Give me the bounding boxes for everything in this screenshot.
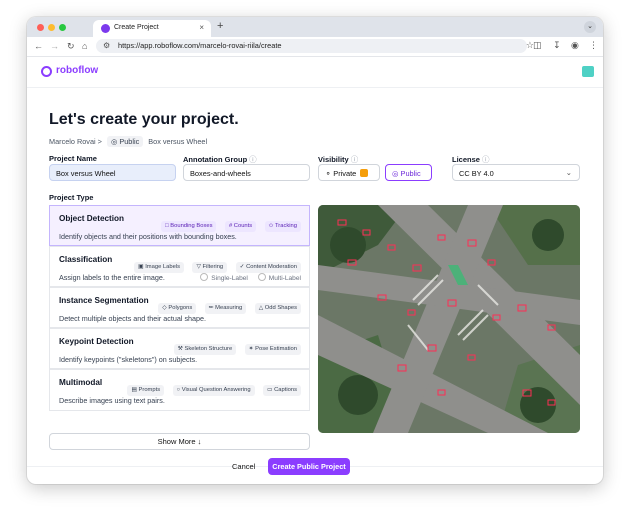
type-name: Keypoint Detection: [59, 337, 134, 346]
show-more-button[interactable]: Show More ↓: [49, 433, 310, 450]
breadcrumb: Marcelo Rovai > ◎ Public Box versus Whee…: [49, 136, 207, 147]
site-settings-icon[interactable]: ⚙: [103, 41, 110, 50]
chip-counts: # Counts: [224, 221, 257, 232]
back-arrow-icon[interactable]: ←: [34, 41, 43, 51]
license-value: CC BY 4.0: [459, 169, 494, 178]
type-name: Multimodal: [59, 378, 103, 387]
close-window-dot[interactable]: [37, 24, 44, 31]
type-description: Identify objects and their positions wit…: [59, 232, 237, 241]
project-type-object-detection[interactable]: Object Detection □ Bounding Boxes # Coun…: [49, 205, 310, 246]
info-icon[interactable]: ⓘ: [351, 155, 359, 164]
chip-measuring: ✏ Measuring: [204, 303, 247, 314]
roboflow-favicon-icon: [101, 24, 110, 33]
globe-icon: ◎: [110, 137, 118, 146]
single-label-radio[interactable]: [200, 273, 209, 281]
app-grid-icon[interactable]: [582, 66, 594, 77]
app-header: roboflow: [27, 57, 603, 88]
type-description: Detect multiple objects and their actual…: [59, 314, 207, 323]
maximize-window-dot[interactable]: [59, 24, 66, 31]
forward-arrow-icon[interactable]: →: [50, 41, 59, 51]
type-chips: ▤ Prompts ○ Visual Question Answering ▭ …: [123, 378, 301, 396]
browser-toolbar: ← → ↻ ⌂ ⚙ https://app.roboflow.com/marce…: [27, 37, 603, 57]
label-mode-options: Single-Label Multi-Label: [192, 273, 301, 282]
tab-list-chevron-icon[interactable]: ⌄: [584, 21, 596, 33]
profile-avatar-icon[interactable]: ◉: [571, 40, 579, 51]
visibility-badge-text: Public: [119, 137, 140, 146]
type-description: Identify keypoints ("skeletons") on subj…: [59, 355, 198, 364]
visibility-private-button[interactable]: ⚬ Private: [318, 164, 380, 181]
chip-captions: ▭ Captions: [263, 385, 301, 396]
chip-polygons: ◇ Polygons: [158, 303, 197, 314]
type-chips: ▣ Image Labels ▽ Filtering ✓ Content Mod…: [130, 255, 301, 273]
breadcrumb-project: Box versus Wheel: [148, 137, 208, 146]
chip-skeleton-structure: ⚒ Skeleton Structure: [173, 344, 237, 355]
globe-icon: ◎: [392, 169, 399, 178]
tab-close-icon[interactable]: ×: [199, 23, 204, 32]
create-project-button[interactable]: Create Public Project: [268, 458, 350, 475]
type-chips: ⚒ Skeleton Structure ✶ Pose Estimation: [170, 337, 301, 355]
type-chips: □ Bounding Boxes # Counts ✩ Tracking: [157, 214, 301, 232]
type-description: Assign labels to the entire image.: [59, 273, 165, 282]
visibility-badge: ◎ Public: [106, 136, 144, 147]
upgrade-lock-icon: [360, 169, 369, 177]
info-icon[interactable]: ⓘ: [482, 155, 490, 164]
lock-icon: ⚬: [325, 169, 332, 178]
extensions-icon[interactable]: ◫: [533, 40, 542, 51]
single-label-text: Single-Label: [211, 275, 248, 282]
chip-odd-shapes: △ Odd Shapes: [254, 303, 301, 314]
browser-window: Create Project × + ⌄ ← → ↻ ⌂ ⚙ https://a…: [27, 17, 603, 484]
type-name: Classification: [59, 255, 113, 264]
chip-visual-question-answering: ○ Visual Question Answering: [172, 385, 255, 396]
new-tab-button[interactable]: +: [217, 20, 223, 32]
chevron-down-icon: ⌄: [565, 168, 572, 177]
reload-icon[interactable]: ↻: [67, 41, 75, 51]
browser-tab-bar: Create Project × + ⌄: [27, 17, 603, 37]
type-chips: ◇ Polygons ✏ Measuring △ Odd Shapes: [154, 296, 301, 314]
project-type-multimodal[interactable]: Multimodal ▤ Prompts ○ Visual Question A…: [49, 369, 310, 411]
page-title: Let's create your project.: [49, 111, 239, 128]
multi-label-radio[interactable]: [257, 273, 266, 281]
project-type-preview-image: [318, 205, 580, 433]
chip-pose-estimation: ✶ Pose Estimation: [244, 344, 301, 355]
logo-text[interactable]: roboflow: [56, 65, 98, 76]
type-name: Instance Segmentation: [59, 296, 149, 305]
public-label: Public: [400, 169, 421, 178]
url-text[interactable]: https://app.roboflow.com/marcelo-rovai-r…: [118, 41, 281, 50]
chip-filtering: ▽ Filtering: [192, 262, 228, 273]
project-type-classification[interactable]: Classification ▣ Image Labels ▽ Filterin…: [49, 246, 310, 287]
chip-content-moderation: ✓ Content Moderation: [235, 262, 301, 273]
address-bar[interactable]: ⚙ https://app.roboflow.com/marcelo-rovai…: [96, 39, 534, 53]
home-icon[interactable]: ⌂: [82, 41, 87, 51]
private-label: Private: [333, 169, 357, 178]
multi-label-text: Multi-Label: [268, 275, 301, 282]
roboflow-logo-icon[interactable]: [41, 66, 52, 77]
type-description: Describe images using text pairs.: [59, 396, 165, 405]
annotation-group-input[interactable]: Boxes-and-wheels: [183, 164, 310, 181]
visibility-public-button[interactable]: ◎ Public: [385, 164, 432, 181]
chip-image-labels: ▣ Image Labels: [134, 262, 184, 273]
browser-menu-icon[interactable]: ⋮: [589, 40, 598, 51]
download-icon[interactable]: ↧: [553, 40, 561, 51]
license-select[interactable]: CC BY 4.0 ⌄: [452, 164, 580, 181]
cancel-button[interactable]: Cancel: [232, 462, 255, 471]
minimize-window-dot[interactable]: [48, 24, 55, 31]
info-icon[interactable]: ⓘ: [249, 155, 257, 164]
project-type-instance-segmentation[interactable]: Instance Segmentation ◇ Polygons ✏ Measu…: [49, 287, 310, 328]
project-name-input[interactable]: Box versus Wheel: [49, 164, 176, 181]
tab-title: Create Project: [114, 24, 159, 31]
type-name: Object Detection: [59, 214, 125, 223]
aerial-intersection-image: [318, 205, 580, 433]
project-type-keypoint-detection[interactable]: Keypoint Detection ⚒ Skeleton Structure …: [49, 328, 310, 369]
breadcrumb-owner[interactable]: Marcelo Rovai: [49, 137, 96, 146]
project-type-label: Project Type: [49, 193, 94, 202]
breadcrumb-separator: >: [97, 137, 102, 146]
chip-tracking: ✩ Tracking: [264, 221, 301, 232]
browser-tab[interactable]: Create Project ×: [93, 20, 211, 37]
project-name-label: Project Name: [49, 154, 97, 163]
chip-prompts: ▤ Prompts: [127, 385, 165, 396]
chip-bounding-boxes: □ Bounding Boxes: [161, 221, 217, 232]
